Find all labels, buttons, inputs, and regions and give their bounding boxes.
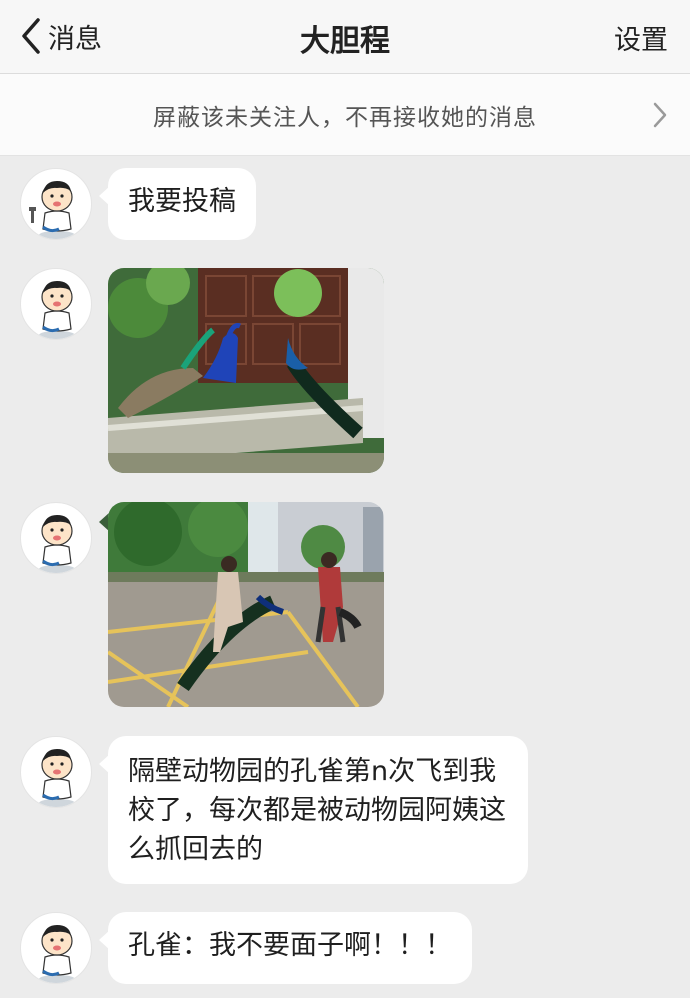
cartoon-boy-avatar-icon	[39, 749, 75, 807]
chevron-right-icon	[653, 102, 667, 128]
image-message-peacock-caught[interactable]	[108, 502, 384, 707]
avatar[interactable]	[20, 736, 92, 808]
cartoon-boy-avatar-icon	[29, 181, 75, 239]
navigation-bar: 消息 大胆程 设置	[0, 0, 690, 74]
cartoon-boy-avatar-icon	[39, 925, 75, 983]
image-message-peacocks-on-wall[interactable]	[108, 268, 384, 473]
avatar[interactable]	[20, 502, 92, 574]
peacocks-on-wall-photo	[108, 268, 384, 473]
message-bubble[interactable]: 我要投稿	[108, 168, 256, 240]
cartoon-boy-avatar-icon	[39, 281, 75, 339]
avatar[interactable]	[20, 168, 92, 240]
cartoon-boy-avatar-icon	[39, 515, 75, 573]
peacock-caught-street-photo	[108, 502, 384, 707]
avatar[interactable]	[20, 268, 92, 340]
avatar[interactable]	[20, 912, 92, 984]
message-bubble[interactable]: 孔雀：我不要面子啊！！！	[108, 912, 472, 984]
settings-button[interactable]: 设置	[614, 18, 668, 57]
block-notice-text: 屏蔽该未关注人，不再接收她的消息	[153, 104, 537, 131]
conversation-title: 大胆程	[300, 24, 390, 59]
block-user-bar[interactable]: 屏蔽该未关注人，不再接收她的消息	[0, 74, 690, 156]
message-bubble[interactable]: 隔壁动物园的孔雀第n次飞到我校了，每次都是被动物园阿姨这么抓回去的	[108, 736, 528, 884]
